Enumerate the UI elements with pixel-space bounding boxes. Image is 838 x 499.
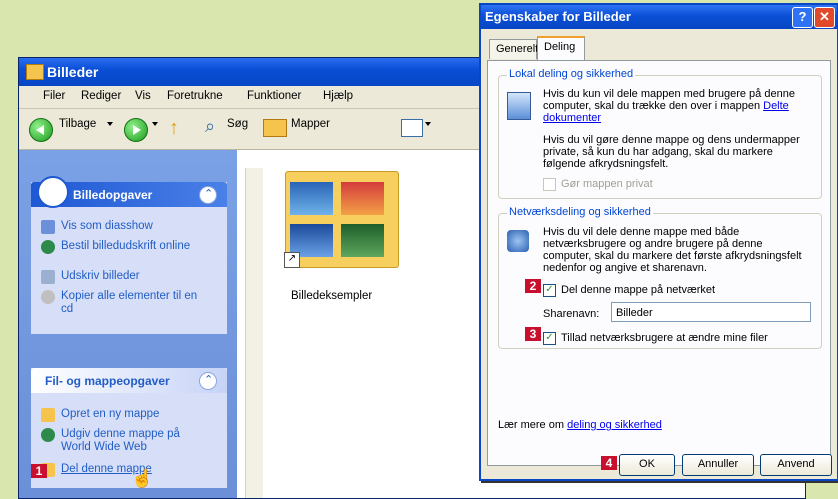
step-3-badge: 3 xyxy=(525,327,541,341)
apply-button[interactable]: Anvend xyxy=(760,454,832,476)
sharing-security-link[interactable]: deling og sikkerhed xyxy=(567,419,662,431)
collapse-chevron-icon[interactable] xyxy=(199,186,217,204)
photo-preview-icon xyxy=(341,182,384,215)
task-new-folder[interactable]: Opret en ny mappe xyxy=(61,408,159,421)
folder-label[interactable]: Billedeksempler xyxy=(291,290,372,302)
back-dropdown-icon[interactable] xyxy=(107,122,113,126)
network-sharing-heading: Netværksdeling og sikkerhed xyxy=(507,206,653,218)
local-sharing-text: Hvis du kun vil dele mappen med brugere … xyxy=(543,88,795,124)
step-2-badge: 2 xyxy=(525,279,541,293)
file-tasks-header[interactable]: Fil- og mappeopgaver xyxy=(31,368,227,393)
help-icon[interactable]: ? xyxy=(792,7,813,28)
search-button[interactable]: Søg xyxy=(227,118,248,130)
picture-tasks-panel: Billedopgaver Vis som diasshow Bestil bi… xyxy=(31,176,227,334)
computer-icon xyxy=(507,92,531,120)
step-1-badge: 1 xyxy=(31,464,47,478)
folder-icon xyxy=(26,64,44,80)
menu-view[interactable]: Vis xyxy=(135,90,151,102)
dialog-titlebar[interactable]: Egenskaber for Billeder ? ✕ xyxy=(481,5,837,29)
network-sharing-group: Netværksdeling og sikkerhed Hvis du vil … xyxy=(498,206,822,349)
up-folder-icon[interactable]: ↑ xyxy=(169,117,179,140)
dialog-title: Egenskaber for Billeder xyxy=(485,9,631,24)
forward-dropdown-icon[interactable] xyxy=(152,122,158,126)
views-icon[interactable] xyxy=(401,119,423,137)
shortcut-arrow-icon: ↗ xyxy=(284,252,300,268)
menu-favorites[interactable]: Foretrukne xyxy=(167,90,223,102)
task-order-prints[interactable]: Bestil billedudskrift online xyxy=(61,240,211,253)
slideshow-icon xyxy=(41,220,55,234)
network-icon xyxy=(507,230,529,252)
close-icon[interactable]: ✕ xyxy=(814,7,835,28)
private-text: Hvis du vil gøre denne mappe og dens und… xyxy=(543,134,800,170)
picture-tasks-header[interactable]: Billedopgaver xyxy=(31,176,227,208)
task-pane: Billedopgaver Vis som diasshow Bestil bi… xyxy=(19,150,237,498)
learn-more-text: Lær mere om deling og sikkerhed xyxy=(498,419,662,431)
ok-button[interactable]: OK xyxy=(619,454,675,476)
folders-icon xyxy=(263,119,287,137)
picture-tasks-title: Billedopgaver xyxy=(73,188,153,202)
photo-preview-icon xyxy=(290,182,333,215)
properties-dialog: Egenskaber for Billeder ? ✕ Generelt Del… xyxy=(479,3,838,481)
sharing-tab-panel: Lokal deling og sikkerhed Hvis du kun vi… xyxy=(487,60,831,466)
cd-icon xyxy=(41,290,55,304)
task-publish-web[interactable]: Udgiv denne mappe på World Wide Web xyxy=(61,428,211,454)
tab-general[interactable]: Generelt xyxy=(489,39,538,59)
tab-sharing[interactable]: Deling xyxy=(537,36,585,61)
folder-thumbnail[interactable]: ↗ xyxy=(284,171,399,268)
network-sharing-text: Hvis du vil dele denne mappe med både ne… xyxy=(543,226,802,274)
photo-preview-icon xyxy=(341,224,384,257)
globe-icon xyxy=(41,428,55,442)
explorer-title: Billeder xyxy=(47,64,99,80)
task-slideshow[interactable]: Vis som diasshow xyxy=(61,220,153,233)
pictures-icon xyxy=(37,176,69,208)
allow-changes-checkbox[interactable]: ✓ xyxy=(543,332,556,345)
menu-help[interactable]: Hjælp xyxy=(323,90,353,102)
task-copy-cd[interactable]: Kopier alle elementer til en cd xyxy=(61,290,211,316)
file-tasks-panel: Fil- og mappeopgaver Opret en ny mappe U… xyxy=(31,368,227,488)
views-dropdown-icon[interactable] xyxy=(425,122,431,126)
step-4-badge: 4 xyxy=(601,456,617,470)
new-folder-icon xyxy=(41,408,55,422)
local-sharing-group: Lokal deling og sikkerhed Hvis du kun vi… xyxy=(498,68,822,199)
file-tasks-title: Fil- og mappeopgaver xyxy=(45,374,170,388)
menu-file[interactable]: Filer xyxy=(43,90,65,102)
cancel-button[interactable]: Annuller xyxy=(682,454,754,476)
sharename-label: Sharenavn: xyxy=(543,308,600,320)
vertical-scrollbar[interactable] xyxy=(245,168,263,498)
order-prints-icon xyxy=(41,240,55,254)
menu-edit[interactable]: Rediger xyxy=(81,90,121,102)
hand-cursor-icon: ☝ xyxy=(131,468,154,488)
make-private-checkbox[interactable] xyxy=(543,178,556,191)
back-arrow-icon[interactable] xyxy=(29,118,53,142)
local-sharing-heading: Lokal deling og sikkerhed xyxy=(507,68,636,80)
sharename-input[interactable]: Billeder xyxy=(611,302,811,322)
search-icon: ⌕ xyxy=(205,116,216,136)
share-on-network-checkbox[interactable]: ✓ xyxy=(543,284,556,297)
allow-changes-label: Tillad netværksbrugere at ændre mine fil… xyxy=(561,332,768,344)
printer-icon xyxy=(41,270,55,284)
back-button[interactable]: Tilbage xyxy=(59,118,96,130)
folders-button[interactable]: Mapper xyxy=(291,118,330,130)
task-print[interactable]: Udskriv billeder xyxy=(61,270,140,283)
share-on-network-label: Del denne mappe på netværket xyxy=(561,284,716,296)
forward-arrow-icon[interactable] xyxy=(124,118,148,142)
menu-tools[interactable]: Funktioner xyxy=(247,90,301,102)
make-private-label: Gør mappen privat xyxy=(561,178,653,190)
collapse-chevron-icon[interactable] xyxy=(199,372,217,390)
